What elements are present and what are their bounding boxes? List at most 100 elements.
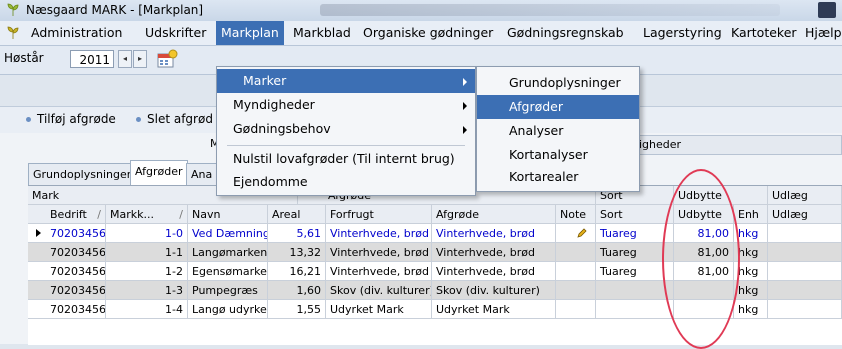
cell-navn[interactable]: Langø udyrke: [188, 300, 268, 319]
cell-bedrift[interactable]: 70203456: [28, 224, 106, 243]
cell-udlaeg[interactable]: [768, 300, 842, 319]
col-header-forfrugt[interactable]: Forfrugt: [326, 205, 432, 224]
cell-bedrift[interactable]: 70203456: [28, 281, 106, 300]
tab-grundoplysninger[interactable]: Grundoplysninger: [28, 163, 137, 185]
menu-organiske-godninger[interactable]: Organiske gødninger: [358, 21, 498, 45]
cell-afgrode[interactable]: Udyrket Mark: [432, 300, 556, 319]
cell-navn[interactable]: Ved Dæmning: [188, 224, 268, 243]
cell-forfrugt[interactable]: Vinterhvede, brød: [326, 224, 432, 243]
menu-administration[interactable]: Administration: [26, 21, 127, 45]
cell-areal[interactable]: 1,60: [268, 281, 326, 300]
cell-markk[interactable]: 1-1: [106, 243, 188, 262]
app-leaf-icon: [7, 3, 19, 16]
cell-markk[interactable]: 1-3: [106, 281, 188, 300]
tab-analyser[interactable]: Ana: [186, 163, 218, 185]
menu-markblad[interactable]: Markblad: [288, 21, 356, 45]
cell-enh[interactable]: hkg: [734, 281, 768, 300]
cell-forfrugt[interactable]: Vinterhvede, brød: [326, 262, 432, 281]
col-header-afgrode[interactable]: Afgrøde: [432, 205, 556, 224]
col-header-udlaeg[interactable]: Udlæg: [768, 205, 842, 224]
cell-note[interactable]: [556, 224, 596, 243]
cell-udlaeg[interactable]: [768, 281, 842, 300]
cell-areal[interactable]: 16,21: [268, 262, 326, 281]
cell-navn[interactable]: Pumpegræs: [188, 281, 268, 300]
menu-item-myndigheder[interactable]: Myndigheder: [217, 93, 475, 117]
add-crop-button[interactable]: Tilføj afgrøde: [26, 112, 116, 126]
menu-lagerstyring[interactable]: Lagerstyring: [638, 21, 727, 45]
col-header-markk[interactable]: Markk... /: [106, 205, 188, 224]
cell-afgrode[interactable]: Vinterhvede, brød: [432, 243, 556, 262]
menu-bar: Administration Udskrifter Markplan Markb…: [0, 21, 842, 46]
menu-item-nulstil-lovafgroder[interactable]: Nulstil lovafgrøder (Til internt brug): [217, 147, 475, 171]
year-prev-button[interactable]: ◂: [118, 50, 132, 68]
menu-hjaelp[interactable]: Hjælp: [800, 21, 842, 45]
cell-forfrugt[interactable]: Udyrket Mark: [326, 300, 432, 319]
cell-markk[interactable]: 1-0: [106, 224, 188, 243]
group-header-udlaeg: Udlæg: [768, 186, 842, 205]
cell-areal[interactable]: 1,55: [268, 300, 326, 319]
col-header-sort[interactable]: Sort: [596, 205, 674, 224]
cell-markk[interactable]: 1-4: [106, 300, 188, 319]
menu-separator: [227, 145, 465, 146]
cell-forfrugt[interactable]: Skov (div. kulturer): [326, 281, 432, 300]
blurred-title-region: [320, 4, 780, 16]
year-label: Høstår: [4, 51, 44, 65]
cell-afgrode[interactable]: Vinterhvede, brød: [432, 224, 556, 243]
submenu-item-kortarealer[interactable]: Kortarealer: [477, 165, 639, 189]
cell-note[interactable]: [556, 300, 596, 319]
window-title: Næsgaard MARK - [Markplan]: [26, 3, 204, 17]
cell-areal[interactable]: 13,32: [268, 243, 326, 262]
cell-sort[interactable]: [596, 300, 674, 319]
cell-navn[interactable]: Egensømarke: [188, 262, 268, 281]
cell-forfrugt[interactable]: Vinterhvede, brød: [326, 243, 432, 262]
cell-areal[interactable]: 5,61: [268, 224, 326, 243]
menu-markplan[interactable]: Markplan: [216, 21, 284, 45]
annotation-circle: [662, 169, 740, 349]
cell-bedrift[interactable]: 70203456: [28, 262, 106, 281]
cell-bedrift[interactable]: 70203456: [28, 243, 106, 262]
menu-item-godningsbehov[interactable]: Gødningsbehov: [217, 117, 475, 141]
submenu-arrow-icon: [463, 78, 467, 86]
col-header-navn[interactable]: Navn: [188, 205, 268, 224]
menu-item-marker[interactable]: Marker: [217, 69, 475, 93]
cell-note[interactable]: [556, 243, 596, 262]
title-bar: Næsgaard MARK - [Markplan]: [0, 0, 842, 22]
year-next-button[interactable]: ▸: [133, 50, 147, 68]
menu-kartoteker[interactable]: Kartoteker: [726, 21, 802, 45]
bullet-icon: [136, 117, 141, 122]
submenu-item-kortanalyser[interactable]: Kortanalyser: [477, 143, 639, 167]
year-field[interactable]: 2011: [70, 50, 114, 68]
cell-bedrift[interactable]: 70203456: [28, 300, 106, 319]
cell-note[interactable]: [556, 262, 596, 281]
menu-item-ejendomme[interactable]: Ejendomme: [217, 170, 475, 194]
cell-udlaeg[interactable]: [768, 224, 842, 243]
col-header-bedrift[interactable]: Bedrift /: [28, 205, 106, 224]
cell-note[interactable]: [556, 281, 596, 300]
cell-udlaeg[interactable]: [768, 243, 842, 262]
marker-submenu: Grundoplysninger Afgrøder Analyser Korta…: [476, 66, 640, 192]
pencil-icon[interactable]: [577, 228, 587, 238]
cell-markk[interactable]: 1-2: [106, 262, 188, 281]
calendar-icon[interactable]: [156, 49, 178, 69]
col-header-enh[interactable]: Enh: [734, 205, 768, 224]
menu-udskrifter[interactable]: Udskrifter: [140, 21, 211, 45]
cell-enh[interactable]: hkg: [734, 300, 768, 319]
system-menu-leaf-icon[interactable]: [6, 26, 20, 40]
submenu-item-grundoplysninger[interactable]: Grundoplysninger: [477, 71, 639, 95]
markplan-menu: Marker Myndigheder Gødningsbehov Nulstil…: [216, 66, 476, 196]
submenu-item-afgroder[interactable]: Afgrøder: [477, 95, 639, 119]
col-header-note[interactable]: Note: [556, 205, 596, 224]
delete-crop-button[interactable]: Slet afgrød: [136, 112, 213, 126]
col-header-areal[interactable]: Areal: [268, 205, 326, 224]
submenu-item-analyser[interactable]: Analyser: [477, 119, 639, 143]
cell-navn[interactable]: Langømarken: [188, 243, 268, 262]
window-control-button[interactable]: [818, 2, 836, 18]
menu-godningsregnskab[interactable]: Gødningsregnskab: [502, 21, 629, 45]
cell-afgrode[interactable]: Skov (div. kulturer): [432, 281, 556, 300]
cell-afgrode[interactable]: Vinterhvede, brød: [432, 262, 556, 281]
cell-udlaeg[interactable]: [768, 262, 842, 281]
tab-afgroder[interactable]: Afgrøder: [130, 160, 188, 185]
submenu-arrow-icon: [463, 102, 467, 110]
submenu-arrow-icon: [463, 126, 467, 134]
cell-sort[interactable]: [596, 281, 674, 300]
